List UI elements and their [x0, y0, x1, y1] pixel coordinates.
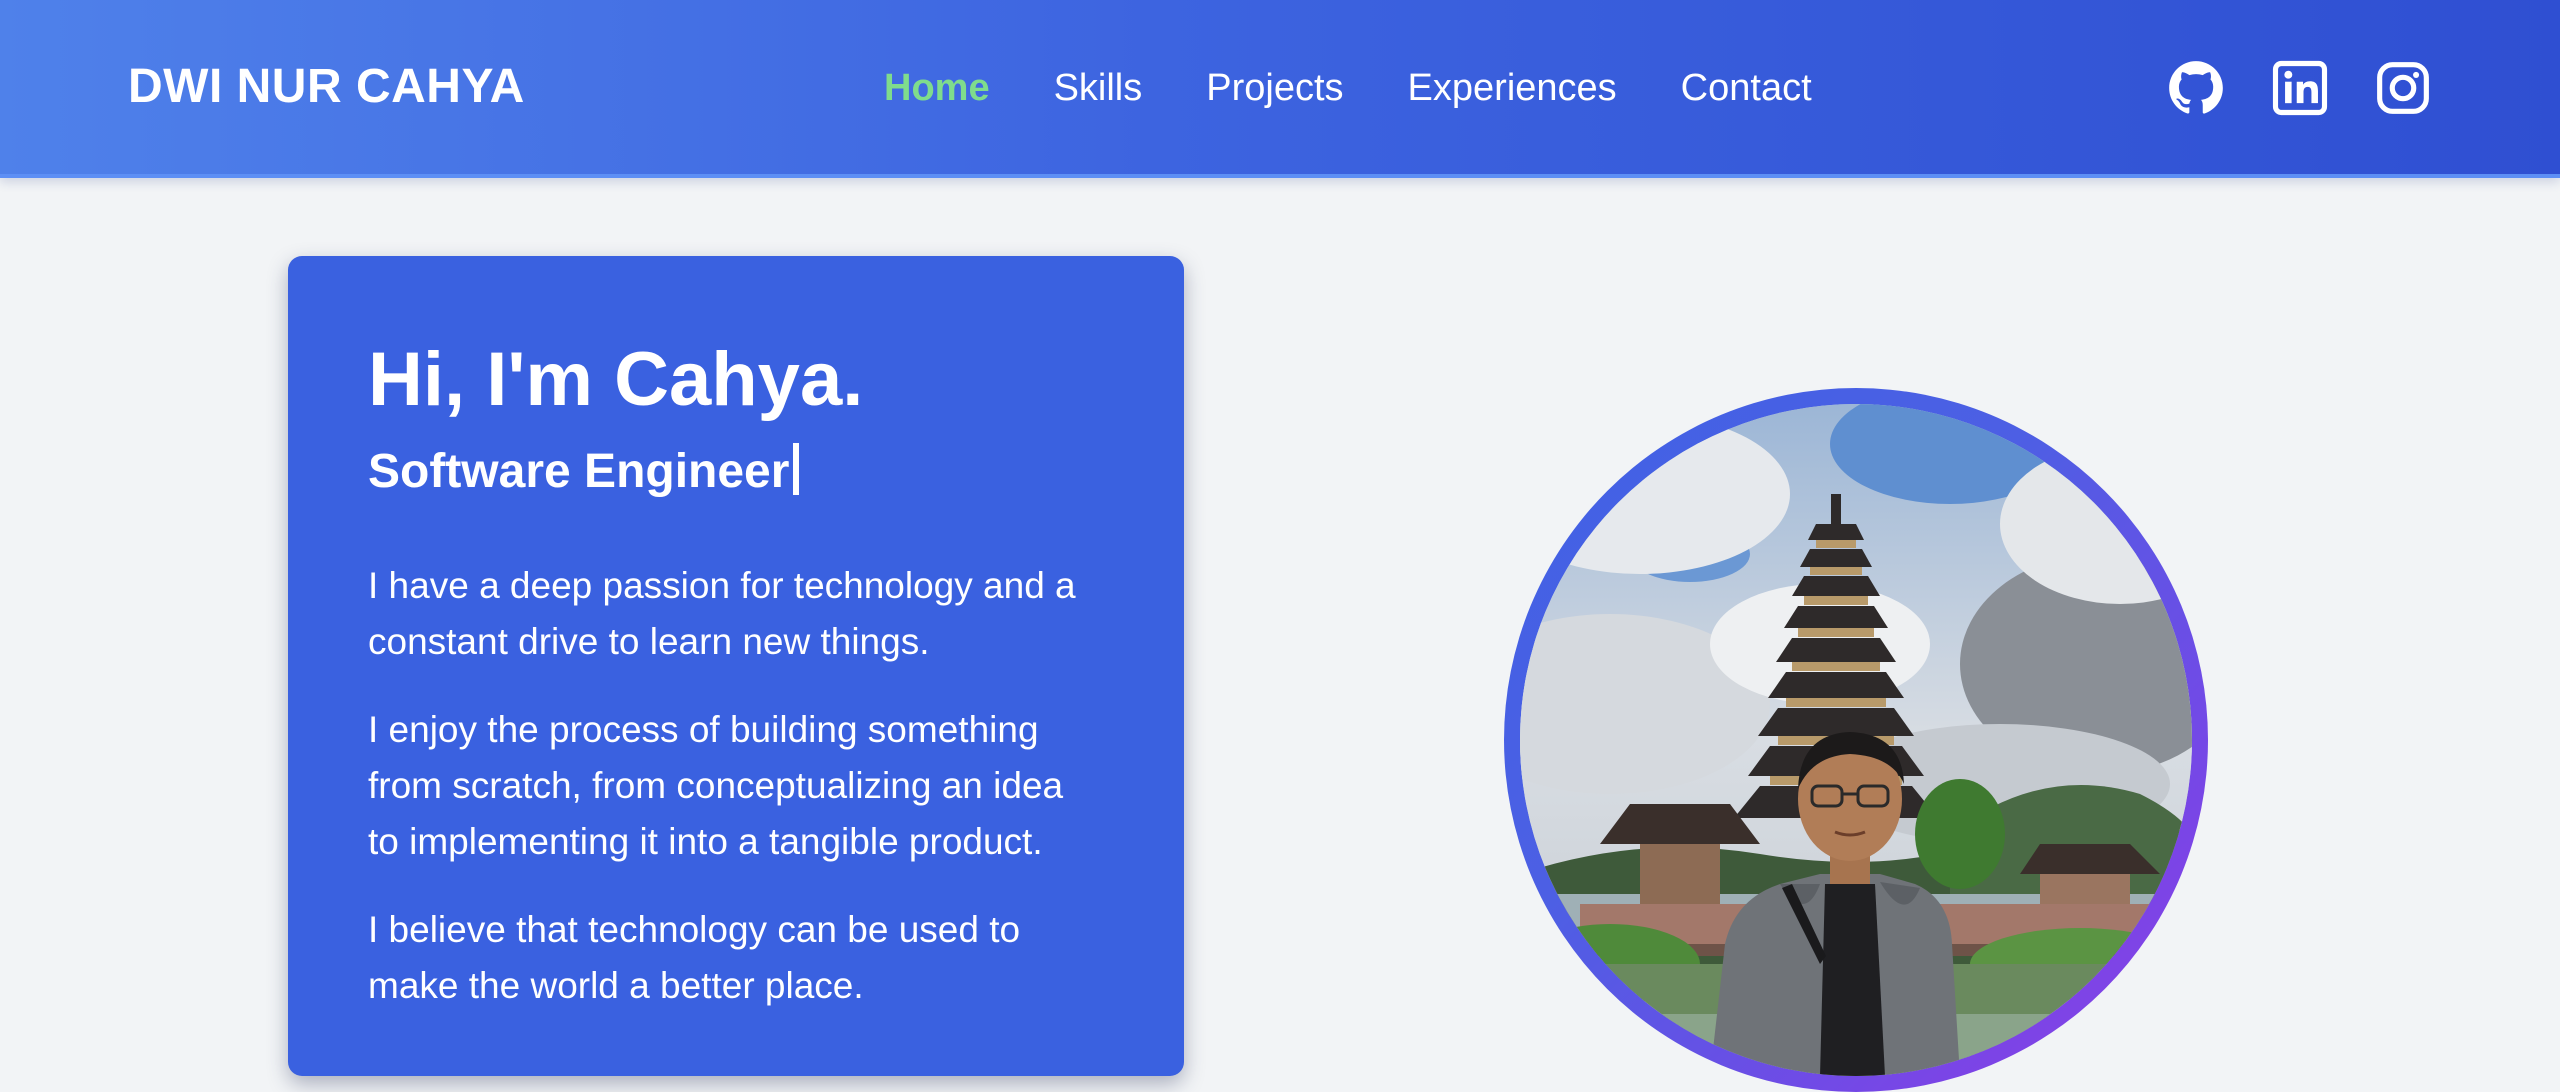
nav-link-home[interactable]: Home — [884, 56, 990, 120]
site-header: DWI NUR CAHYA Home Skills Projects Exper… — [0, 0, 2560, 178]
role-text: Software Engineer — [368, 445, 790, 498]
profile-photo — [1520, 404, 2192, 1076]
profile-photo-frame — [1504, 388, 2208, 1092]
hero-role: Software Engineer — [368, 442, 1104, 502]
github-icon[interactable] — [2168, 60, 2224, 116]
intro-paragraph-3: I believe that technology can be used to… — [368, 909, 1021, 1006]
intro-paragraph-2: I enjoy the process of building somethin… — [368, 709, 1064, 862]
instagram-icon[interactable] — [2375, 60, 2431, 116]
main-nav: Home Skills Projects Experiences Contact — [884, 56, 1812, 120]
nav-link-skills[interactable]: Skills — [1054, 56, 1143, 120]
linkedin-icon[interactable] — [2272, 60, 2328, 116]
nav-link-projects[interactable]: Projects — [1206, 56, 1343, 120]
hero-greeting: Hi, I'm Cahya. — [368, 337, 864, 422]
site-brand[interactable]: DWI NUR CAHYA — [128, 55, 525, 119]
typing-cursor — [793, 443, 800, 495]
intro-card: Hi, I'm Cahya. Software Engineer I have … — [288, 256, 1184, 1076]
nav-link-contact[interactable]: Contact — [1681, 56, 1812, 120]
nav-link-experiences[interactable]: Experiences — [1408, 56, 1617, 120]
intro-paragraph-1: I have a deep passion for technology and… — [368, 565, 1076, 662]
